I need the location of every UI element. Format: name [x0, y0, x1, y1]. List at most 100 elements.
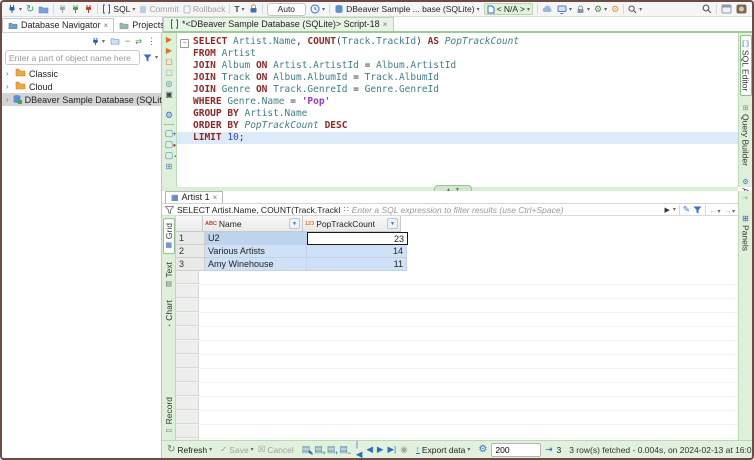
- row-number-cell[interactable]: 1: [176, 232, 205, 245]
- collapse-all-icon[interactable]: −: [125, 36, 130, 46]
- filter-history-icon[interactable]: ▾: [673, 206, 676, 213]
- presentation-tab-chart[interactable]: ◔Chart: [164, 296, 174, 334]
- object-search-input[interactable]: [5, 50, 140, 65]
- tree-item-cloud[interactable]: ›Cloud: [2, 80, 161, 93]
- tab-sql-editor-script[interactable]: *<DBeaver Sample Database (SQLite)> Scri…: [163, 17, 394, 31]
- cell-name[interactable]: Amy Winehouse: [205, 258, 307, 271]
- code-fold-marker[interactable]: −: [180, 39, 189, 48]
- sort-button[interactable]: ▼: [289, 218, 300, 229]
- new-sql-editor-button[interactable]: SQL ▾: [102, 4, 135, 14]
- fetch-size-input[interactable]: [491, 443, 541, 457]
- settings-button[interactable]: ⚙ ▾: [594, 4, 607, 15]
- last-page-icon[interactable]: ▶|: [387, 444, 396, 455]
- lock-icon[interactable]: [249, 4, 258, 14]
- empty-row-number-cell[interactable]: [176, 285, 199, 298]
- link-editor-icon[interactable]: [110, 37, 120, 45]
- empty-row-number-cell[interactable]: [176, 397, 199, 410]
- delete-row-icon[interactable]: ▤−: [339, 444, 348, 455]
- save-button[interactable]: ✓ Save ▾: [220, 444, 254, 455]
- open-connection-button[interactable]: [38, 4, 49, 14]
- code-line[interactable]: GROUP BY Artist.Name: [177, 108, 738, 120]
- row-number-cell[interactable]: 3: [176, 258, 205, 271]
- close-icon[interactable]: ×: [383, 20, 388, 29]
- next-page-icon[interactable]: ▶: [377, 444, 384, 455]
- expand-chevron-icon[interactable]: ›: [6, 95, 9, 104]
- code-line[interactable]: SELECT Artist.Name, COUNT(Track.TrackId)…: [177, 36, 738, 48]
- tree-item-classic[interactable]: ›Classic: [2, 67, 161, 80]
- new-script-icon[interactable]: ▢+: [165, 129, 174, 138]
- execute-statement-icon[interactable]: ▶: [166, 35, 172, 44]
- results-tab-artist1[interactable]: ▦ Artist 1 ×: [165, 191, 223, 203]
- cell-name[interactable]: U2: [205, 232, 307, 245]
- code-line[interactable]: LIMIT 10;: [177, 132, 738, 144]
- tab-query-builder[interactable]: ⊞Query Builder: [741, 100, 751, 170]
- refresh-button[interactable]: ↻ Refresh ▾: [167, 444, 212, 455]
- cloud-icon[interactable]: [542, 5, 553, 13]
- rollback-button[interactable]: Rollback: [183, 4, 226, 14]
- code-line[interactable]: WHERE Genre.Name = 'Pop': [177, 96, 738, 108]
- duplicate-row-icon[interactable]: ▤+: [327, 444, 336, 455]
- empty-row-number-cell[interactable]: [176, 425, 199, 438]
- script-manager-icon[interactable]: ⊞: [166, 162, 173, 171]
- commit-button[interactable]: Commit: [139, 4, 178, 14]
- nav-new-connection-button[interactable]: ▾: [91, 37, 105, 46]
- dbeaver-logo-icon[interactable]: [736, 4, 747, 14]
- empty-row-number-cell[interactable]: [176, 383, 199, 396]
- show-view-button[interactable]: ▾: [557, 5, 572, 14]
- quick-search-button[interactable]: ▾: [628, 5, 642, 14]
- editor-settings-gear-icon[interactable]: ⚙: [165, 111, 173, 120]
- transaction-monitor-button[interactable]: ▾: [310, 4, 325, 14]
- corner-header-cell[interactable]: [176, 216, 203, 232]
- empty-row-number-cell[interactable]: [176, 271, 199, 284]
- fetch-settings-gear-icon[interactable]: ⚙: [478, 444, 487, 455]
- execute-new-tab-icon[interactable]: ▢: [165, 57, 173, 66]
- search-icon[interactable]: [702, 4, 712, 14]
- presentation-tab-text[interactable]: ▤Text: [164, 258, 174, 292]
- empty-row-number-cell[interactable]: [176, 299, 199, 312]
- active-schema-select[interactable]: < N/A > ▾: [484, 3, 533, 15]
- apply-filter-icon[interactable]: ▶: [664, 206, 669, 214]
- transaction-mode-button[interactable]: T ▾: [234, 4, 244, 14]
- terminal-icon[interactable]: ▣: [165, 90, 173, 99]
- delete-script-icon[interactable]: ▢●: [165, 140, 174, 149]
- panel-collapse-icon[interactable]: ➜: [743, 194, 749, 202]
- tab-sql-editor[interactable]: ⟦⟧SQL Editor: [740, 35, 752, 96]
- open-script-icon[interactable]: ▢▪: [165, 151, 174, 160]
- chevron-down-icon[interactable]: ▾: [155, 54, 158, 61]
- tab-panels[interactable]: ⊞ Panels: [741, 210, 751, 255]
- code-line[interactable]: JOIN Track ON Album.AlbumId = Track.Albu…: [177, 72, 738, 84]
- first-page-icon[interactable]: |◀: [356, 439, 363, 460]
- security-button[interactable]: ▾: [576, 5, 590, 14]
- execute-script-icon[interactable]: ▶: [166, 46, 172, 55]
- column-header-poptrackcount[interactable]: 123 PopTrackCount ▼: [303, 216, 401, 232]
- preferences-gear-icon[interactable]: ⚙: [611, 4, 619, 15]
- cell-poptrackcount[interactable]: 14: [307, 245, 407, 258]
- cancel-button[interactable]: ☒ Cancel: [258, 444, 294, 455]
- tab-projects[interactable]: Projects: [114, 19, 170, 32]
- presentation-tab-grid[interactable]: ▦Grid: [163, 218, 175, 254]
- filter-settings-icon[interactable]: [693, 206, 702, 214]
- reconnect-button[interactable]: ↻: [26, 4, 34, 15]
- script-icon[interactable]: ▢: [165, 68, 173, 77]
- tab-database-navigator[interactable]: Database Navigator ×: [2, 18, 114, 32]
- disconnect-icon[interactable]: [84, 4, 93, 14]
- invalidate-connection-icon[interactable]: [58, 4, 67, 14]
- add-row-icon[interactable]: ▤+: [314, 444, 323, 455]
- code-line[interactable]: FROM Artist: [177, 48, 738, 60]
- sql-code-editor[interactable]: − SELECT Artist.Name, COUNT(Track.TrackI…: [177, 33, 738, 187]
- cell-poptrackcount[interactable]: 11: [307, 258, 407, 271]
- nav-forward-icon[interactable]: →▾: [723, 205, 735, 215]
- empty-row-number-cell[interactable]: [176, 369, 199, 382]
- close-icon[interactable]: ×: [213, 193, 218, 202]
- record-mode-icon[interactable]: ◉: [400, 444, 407, 455]
- sync-selection-icon[interactable]: ⇄: [135, 37, 142, 46]
- view-menu-icon[interactable]: ⋮: [147, 36, 156, 47]
- code-line[interactable]: JOIN Genre ON Track.GenreId = Genre.Genr…: [177, 84, 738, 96]
- explain-plan-icon[interactable]: ◎: [166, 79, 173, 88]
- empty-row-number-cell[interactable]: [176, 411, 199, 424]
- nav-back-icon[interactable]: ←▾: [709, 205, 721, 215]
- perspective-icon[interactable]: [721, 4, 732, 14]
- prev-page-icon[interactable]: ◀: [366, 444, 373, 455]
- sort-button[interactable]: ▼: [387, 218, 398, 229]
- expand-filter-icon[interactable]: ∷: [344, 205, 349, 214]
